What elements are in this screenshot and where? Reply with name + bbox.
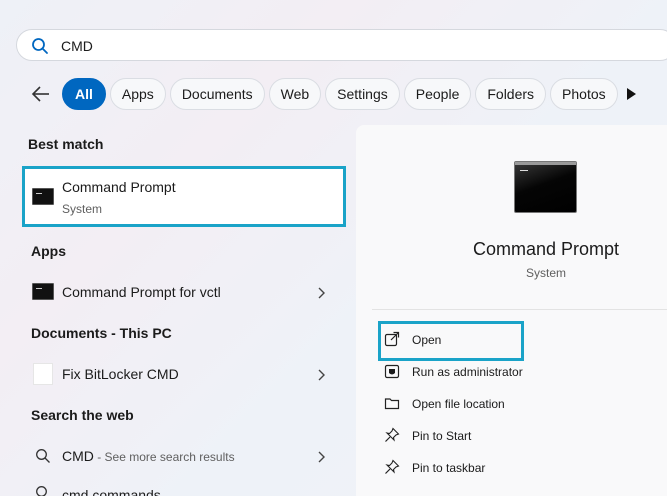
pin-to-taskbar-action[interactable]: Pin to taskbar (384, 454, 644, 482)
tab-people[interactable]: People (403, 78, 472, 110)
details-subtitle: System (525, 266, 566, 280)
web-result-suffix: - See more search results (93, 450, 235, 464)
web-result-text: CMD (62, 448, 94, 464)
command-prompt-icon (32, 283, 54, 300)
list-item[interactable]: Command Prompt for vctl (22, 275, 346, 309)
search-bar[interactable] (16, 29, 667, 61)
play-more-icon[interactable] (625, 87, 637, 101)
list-item[interactable]: Fix BitLocker CMD (22, 357, 346, 391)
search-input[interactable] (61, 37, 361, 55)
chevron-right-icon (318, 287, 325, 299)
shield-run-icon (384, 364, 400, 379)
command-prompt-icon (32, 188, 54, 205)
divider (372, 309, 667, 310)
action-label: Open file location (412, 397, 505, 411)
tab-documents[interactable]: Documents (169, 78, 265, 110)
document-icon (33, 363, 53, 385)
tab-all[interactable]: All (62, 78, 106, 110)
run-as-admin-action[interactable]: Run as administrator (384, 358, 644, 386)
search-icon (36, 449, 50, 463)
section-documents: Documents - This PC (31, 325, 172, 341)
chevron-right-icon (318, 451, 325, 463)
search-icon (36, 486, 47, 496)
open-file-location-action[interactable]: Open file location (384, 390, 644, 418)
best-match-title: Command Prompt (62, 179, 176, 195)
list-item-label: cmd commands (62, 487, 161, 496)
list-item[interactable]: cmd commands (22, 476, 346, 496)
list-item-label: Fix BitLocker CMD (62, 366, 179, 382)
list-item-label: Command Prompt for vctl (62, 284, 221, 300)
section-best-match: Best match (28, 136, 104, 152)
action-label: Pin to Start (412, 429, 472, 443)
tab-settings[interactable]: Settings (325, 78, 400, 110)
chevron-right-icon (318, 369, 325, 381)
pin-icon (385, 459, 400, 474)
tab-folders[interactable]: Folders (475, 78, 547, 110)
tab-web[interactable]: Web (268, 78, 322, 110)
pin-to-start-action[interactable]: Pin to Start (384, 422, 644, 450)
action-label: Pin to taskbar (412, 461, 486, 475)
search-icon (32, 38, 48, 54)
folder-icon (384, 398, 400, 410)
open-highlight-box (378, 321, 524, 361)
details-panel: Command Prompt System Open Run as admini… (356, 125, 667, 496)
section-apps: Apps (31, 243, 66, 259)
pin-icon (385, 427, 400, 442)
section-web: Search the web (31, 407, 134, 423)
list-item-label: CMD - See more search results (62, 448, 235, 464)
best-match-subtitle: System (62, 202, 103, 216)
tab-apps[interactable]: Apps (109, 78, 166, 110)
list-item[interactable]: CMD - See more search results (22, 439, 346, 473)
command-prompt-icon (514, 161, 577, 213)
action-label: Run as administrator (412, 365, 523, 379)
filter-tabs: All Apps Documents Web Settings People F… (62, 78, 618, 110)
tab-photos[interactable]: Photos (550, 78, 618, 110)
details-title: Command Prompt (472, 239, 620, 259)
best-match-item[interactable]: Command Prompt System (22, 166, 346, 227)
back-arrow-icon[interactable] (30, 83, 52, 105)
